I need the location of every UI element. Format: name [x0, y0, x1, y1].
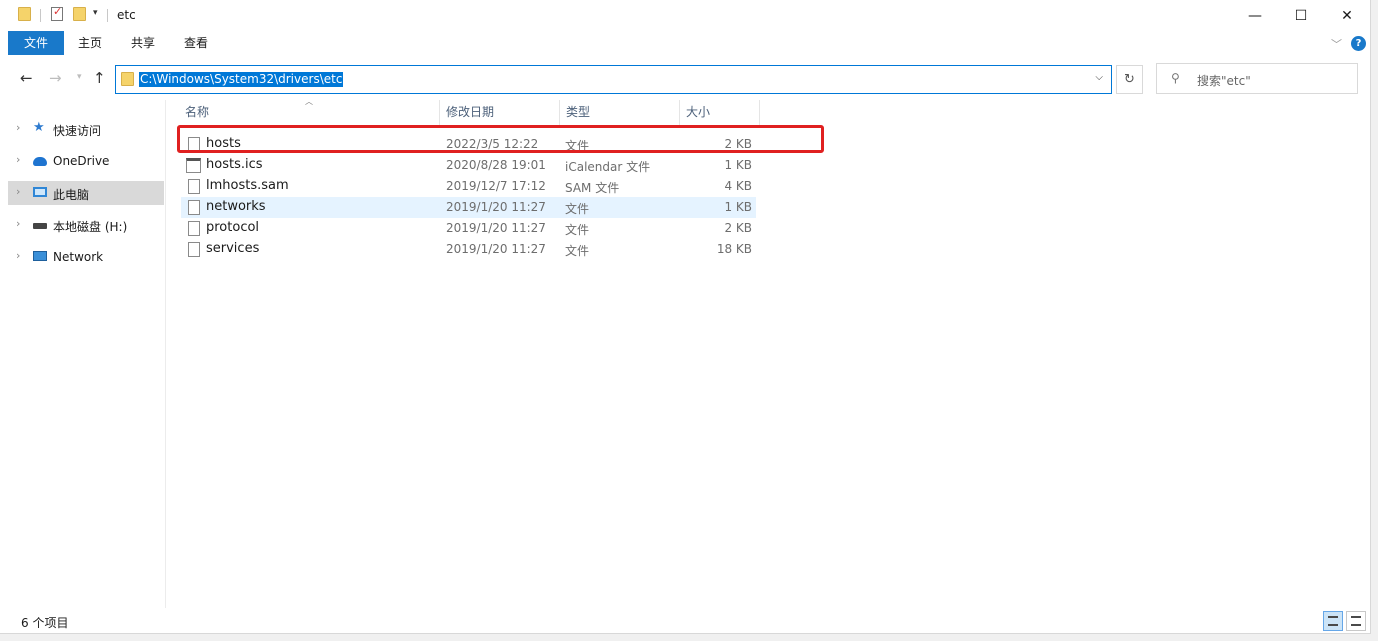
folder-icon — [18, 7, 31, 21]
chevron-down-icon[interactable]: ⌵ — [1095, 72, 1103, 83]
up-button[interactable]: ↑ — [93, 69, 106, 87]
file-icon — [188, 179, 200, 194]
window-title: etc — [117, 8, 136, 22]
file-size: 2 KB — [724, 221, 752, 235]
file-row[interactable]: services 2019/1/20 11:27 文件 18 KB — [181, 239, 756, 260]
file-size: 4 KB — [724, 179, 752, 193]
nav-item-network[interactable]: › Network — [8, 245, 164, 269]
file-row[interactable]: networks 2019/1/20 11:27 文件 1 KB — [181, 197, 756, 218]
file-date: 2020/8/28 19:01 — [446, 158, 546, 172]
folder-icon — [121, 72, 134, 86]
column-header-type[interactable]: 类型 — [560, 100, 680, 125]
minimize-button[interactable]: — — [1232, 0, 1278, 31]
calendar-file-icon — [186, 158, 201, 173]
maximize-button[interactable]: ☐ — [1278, 0, 1324, 31]
star-icon: ★ — [33, 120, 45, 135]
address-path[interactable]: C:\Windows\System32\drivers\etc — [139, 72, 344, 87]
file-type: SAM 文件 — [565, 181, 620, 195]
file-row[interactable]: hosts.ics 2020/8/28 19:01 iCalendar 文件 1… — [181, 155, 756, 176]
file-type: iCalendar 文件 — [565, 160, 651, 174]
file-date: 2019/12/7 17:12 — [446, 179, 546, 193]
file-date: 2019/1/20 11:27 — [446, 242, 546, 256]
customize-quick-access-icon[interactable]: ▾ — [93, 8, 98, 18]
search-input[interactable]: 搜索"etc" — [1197, 72, 1251, 89]
recent-locations-icon[interactable]: ▾ — [77, 72, 82, 82]
file-icon — [188, 221, 200, 236]
nav-item-label: 快速访问 — [53, 124, 102, 138]
column-header-size[interactable]: 大小 — [680, 100, 760, 125]
forward-button[interactable]: → — [49, 69, 62, 87]
divider — [107, 9, 108, 22]
file-name: networks — [206, 199, 266, 214]
tab-file[interactable]: 文件 — [8, 31, 64, 55]
window-shadow — [1371, 0, 1378, 641]
file-size: 1 KB — [724, 158, 752, 172]
nav-item-label: 本地磁盘 (H:) — [53, 220, 128, 234]
expand-ribbon-icon[interactable]: ﹀ — [1331, 36, 1342, 52]
file-size: 18 KB — [716, 242, 752, 256]
search-box[interactable]: ⚲ 搜索"etc" — [1156, 63, 1358, 94]
cloud-icon — [33, 157, 47, 166]
annotation-highlight-box — [177, 125, 824, 153]
back-button[interactable]: ← — [20, 69, 33, 87]
tab-share[interactable]: 共享 — [123, 31, 163, 55]
file-icon — [188, 200, 200, 215]
title-bar: ▾ etc — ☐ ✕ — [0, 0, 1371, 31]
chevron-right-icon[interactable]: › — [16, 249, 20, 262]
properties-icon[interactable] — [51, 5, 63, 21]
file-name: lmhosts.sam — [206, 178, 289, 193]
file-name: protocol — [206, 220, 260, 235]
file-type: 文件 — [565, 244, 590, 258]
help-icon[interactable]: ? — [1351, 36, 1366, 51]
navigation-pane: › ★ 快速访问 › OneDrive › 此电脑 › 本地磁盘 (H:) › … — [8, 100, 166, 608]
address-row: ← → ▾ ↑ C:\Windows\System32\drivers\etc … — [0, 63, 1371, 95]
file-name: hosts.ics — [206, 157, 263, 172]
tab-view[interactable]: 查看 — [176, 31, 216, 55]
chevron-right-icon[interactable]: › — [16, 185, 20, 198]
computer-icon — [33, 187, 47, 197]
file-type: 文件 — [565, 202, 590, 216]
drive-icon — [33, 223, 47, 229]
nav-item-this-pc[interactable]: › 此电脑 — [8, 181, 164, 205]
file-row[interactable]: lmhosts.sam 2019/12/7 17:12 SAM 文件 4 KB — [181, 176, 756, 197]
file-type: 文件 — [565, 223, 590, 237]
nav-item-local-disk[interactable]: › 本地磁盘 (H:) — [8, 213, 164, 237]
chevron-right-icon[interactable]: › — [16, 217, 20, 230]
address-bar[interactable]: C:\Windows\System32\drivers\etc ⌵ — [115, 65, 1112, 94]
divider — [40, 9, 41, 22]
nav-item-label: OneDrive — [53, 154, 110, 168]
nav-item-quick-access[interactable]: › ★ 快速访问 — [8, 117, 164, 141]
explorer-window: ▾ etc — ☐ ✕ 文件 主页 共享 查看 ﹀ ? ← → ▾ ↑ C:\W… — [0, 0, 1371, 634]
status-item-count: 6 个项目 — [21, 616, 69, 630]
file-date: 2019/1/20 11:27 — [446, 200, 546, 214]
nav-item-label: Network — [53, 250, 104, 264]
file-icon — [188, 242, 200, 257]
close-button[interactable]: ✕ — [1324, 0, 1370, 31]
column-header-name[interactable]: 名称 — [179, 100, 440, 125]
nav-item-label: 此电脑 — [53, 188, 90, 202]
ribbon-tabs: 文件 主页 共享 查看 ﹀ ? — [0, 31, 1371, 55]
large-icons-view-button[interactable] — [1346, 611, 1366, 631]
network-icon — [33, 251, 47, 261]
details-view-button[interactable] — [1323, 611, 1343, 631]
chevron-right-icon[interactable]: › — [16, 153, 20, 166]
file-row[interactable]: protocol 2019/1/20 11:27 文件 2 KB — [181, 218, 756, 239]
chevron-right-icon[interactable]: › — [16, 121, 20, 134]
tab-home[interactable]: 主页 — [70, 31, 110, 55]
column-header-date[interactable]: 修改日期 — [440, 100, 560, 125]
search-icon: ⚲ — [1171, 71, 1180, 85]
refresh-button[interactable]: ↻ — [1116, 65, 1143, 94]
window-shadow — [0, 634, 1378, 641]
file-date: 2019/1/20 11:27 — [446, 221, 546, 235]
nav-item-onedrive[interactable]: › OneDrive — [8, 149, 164, 173]
file-name: services — [206, 241, 260, 256]
file-size: 1 KB — [724, 200, 752, 214]
new-folder-icon[interactable] — [73, 7, 86, 21]
